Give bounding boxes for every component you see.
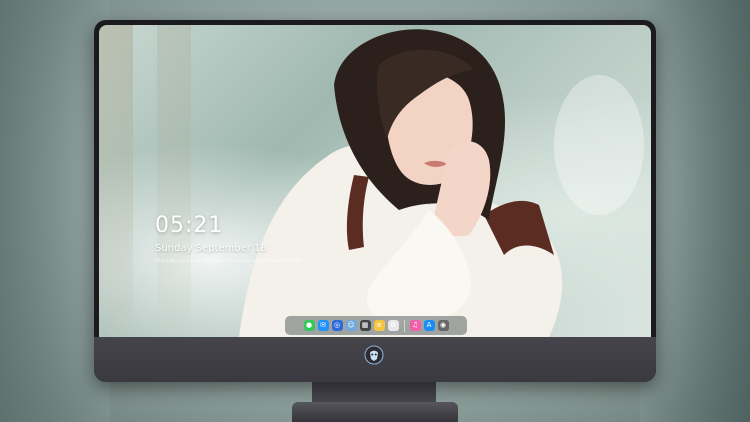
music-icon[interactable]: ♫ [409, 320, 421, 331]
background-blur-right [640, 0, 750, 422]
app-store-icon[interactable]: A [423, 320, 435, 331]
mail-icon[interactable]: ✉ [317, 320, 329, 331]
monitor: 05:21 Sunday September 18 Alinks Naurayr… [94, 20, 656, 382]
lock-screen[interactable]: 05:21 Sunday September 18 Alinks Naurayr… [99, 25, 651, 337]
photos-icon[interactable]: ✿ [387, 320, 399, 331]
finder-icon[interactable]: ☺ [345, 320, 357, 331]
wallpaper-photo [239, 29, 644, 337]
clock-date: Sunday September 18 [155, 243, 267, 254]
monitor-stand-base [292, 402, 458, 422]
camera-icon[interactable]: ◉ [437, 320, 449, 331]
claquette-icon[interactable]: ▦ [359, 320, 371, 331]
notes-icon[interactable]: ≡ [373, 320, 385, 331]
monitor-chin [94, 337, 656, 382]
wallpaper-caption: Alinks Naurayrarulin.a Surdeey, naturair… [155, 258, 302, 263]
messages-icon[interactable]: ● [303, 320, 315, 331]
dock-separator [403, 319, 405, 332]
safari-icon[interactable]: ◎ [331, 320, 343, 331]
monitor-stand-neck [312, 382, 436, 404]
dock: ● ✉ ◎ ☺ ▦ ≡ ✿ ♫ A ◉ [285, 316, 467, 335]
clock-time: 05:21 [155, 213, 224, 238]
brand-logo-icon [364, 345, 384, 365]
